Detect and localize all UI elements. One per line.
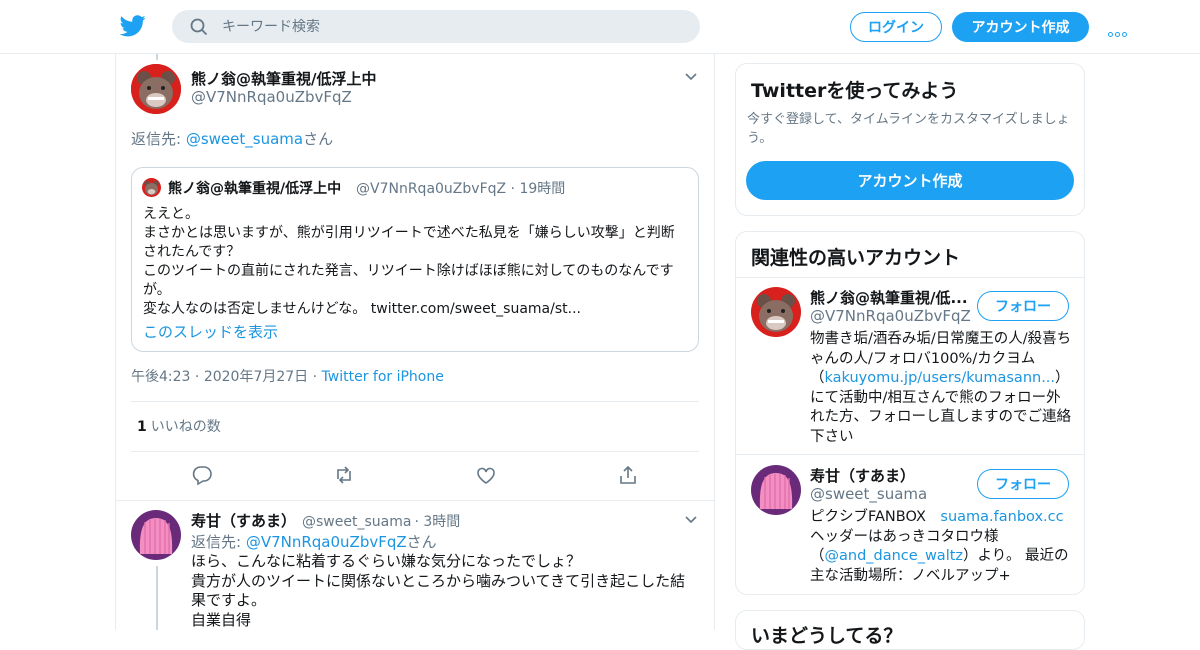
login-button[interactable]: ログイン (850, 12, 942, 42)
avatar (142, 178, 161, 197)
like-count-label: いいねの数 (150, 419, 221, 435)
like-count-number: 1 (137, 419, 147, 435)
divider (131, 451, 699, 452)
account-bio: ピクシブFANBOX suama.fanbox.cc ヘッダーはあっきコタロウ様… (810, 508, 1072, 586)
follow-button[interactable]: フォロー (977, 469, 1069, 499)
retweet-icon[interactable] (333, 464, 355, 486)
reply-author-handle[interactable]: @sweet_suama (302, 514, 411, 530)
reply-suffix: さん (406, 533, 437, 551)
twitter-bird-icon[interactable] (120, 14, 146, 38)
account-name[interactable]: 寿甘（すあま） (810, 465, 915, 486)
account-name[interactable]: 熊ノ翁@執筆重視/低... (810, 287, 968, 308)
signup-button[interactable]: アカウント作成 (952, 12, 1089, 42)
tweet-time: 午後4:23 (131, 369, 191, 385)
more-icon[interactable] (1108, 22, 1130, 37)
share-icon[interactable] (617, 464, 639, 486)
account-handle[interactable]: @sweet_suama (810, 485, 927, 503)
trending-title: いまどうしてる？ (751, 625, 903, 647)
quoted-author-meta: @V7NnRqa0uZbvFqZ · 19時間 (356, 181, 566, 197)
tweet-meta: 午後4:23 · 2020年7月27日 · Twitter for iPhone (131, 369, 444, 385)
reply-to: 返信先: @V7NnRqa0uZbvFqZさん (191, 531, 437, 552)
avatar[interactable] (751, 287, 801, 337)
tweet-source-link[interactable]: Twitter for iPhone (322, 369, 444, 385)
signup-card-desc: 今すぐ登録して、タイムラインをカスタマイズしましょう。 (747, 112, 1070, 146)
signup-card-button[interactable]: アカウント作成 (746, 161, 1074, 200)
search-input[interactable] (222, 10, 682, 43)
bio-link[interactable]: kakuyomu.jp/users/kumasann... (825, 370, 1056, 386)
divider (736, 277, 1084, 278)
reply-suffix: さん (303, 130, 334, 148)
reply-prefix: 返信先: (191, 533, 246, 551)
reply-to: 返信先: @sweet_suamaさん (131, 128, 333, 149)
tweet-date: 2020年7月27日 (203, 369, 309, 385)
reply-target-link[interactable]: @V7NnRqa0uZbvFqZ (246, 533, 407, 551)
account-bio: 物書き垢/酒呑み垢/日常魔王の人/殺喜ちゃんの人/フォロバ100%/カクヨム（k… (810, 330, 1072, 447)
tweet-actions (191, 464, 651, 488)
reply-header: 寿甘（すあま） @sweet_suama · 3時間 (191, 510, 460, 531)
show-thread-link[interactable]: このスレッドを表示 (143, 321, 278, 342)
quoted-text: ええと。 まさかとは思いますが、熊が引用リツイートで述べた私見を「嫌らしい攻撃」… (143, 206, 675, 317)
reply-target-link[interactable]: @sweet_suama (186, 130, 303, 148)
divider (131, 401, 699, 402)
search-box[interactable] (172, 10, 700, 43)
quoted-author-handle: @V7NnRqa0uZbvFqZ (356, 181, 507, 197)
trending-card: いまどうしてる？ (735, 610, 1085, 650)
likes-count[interactable]: 1 いいねの数 (137, 416, 221, 436)
like-icon[interactable] (475, 464, 497, 486)
reply-prefix: 返信先: (131, 130, 186, 148)
reply-author-name[interactable]: 寿甘（すあま） (191, 512, 296, 530)
chevron-down-icon[interactable] (685, 73, 697, 81)
top-nav: ログイン アカウント作成 (0, 0, 1200, 54)
signup-card-title: Twitterを使ってみよう (751, 80, 959, 102)
quoted-author-name: 熊ノ翁@執筆重視/低浮上中 (168, 181, 342, 197)
bio-link[interactable]: suama.fanbox.cc (940, 509, 1063, 525)
bio-link[interactable]: @and_dance_waltz (825, 548, 964, 564)
chevron-down-icon[interactable] (685, 516, 697, 524)
account-handle[interactable]: @V7NnRqa0uZbvFqZ (810, 307, 971, 325)
reply-icon[interactable] (191, 464, 213, 486)
author-handle[interactable]: @V7NnRqa0uZbvFqZ (191, 88, 352, 106)
signup-card: Twitterを使ってみよう 今すぐ登録して、タイムラインをカスタマイズしましょ… (735, 63, 1085, 216)
related-accounts-card: 関連性の高いアカウント 熊ノ翁@執筆重視/低... @V7NnRqa0uZbvF… (735, 231, 1085, 595)
tweet-column: 熊ノ翁@執筆重視/低浮上中 @V7NnRqa0uZbvFqZ 返信先: @swe… (115, 54, 715, 630)
avatar[interactable] (131, 510, 181, 560)
follow-button[interactable]: フォロー (977, 291, 1069, 321)
reply-time[interactable]: · 3時間 (414, 514, 460, 530)
quoted-tweet[interactable]: 熊ノ翁@執筆重視/低浮上中 @V7NnRqa0uZbvFqZ · 19時間 ええ… (131, 167, 699, 352)
search-icon (190, 18, 208, 36)
reply-text: ほら、こんなに粘着するぐらい嫌な気分になったでしょ？ 貴方が人のツイートに関係な… (191, 552, 686, 629)
bio-text: ピクシブFANBOX (810, 509, 941, 525)
avatar[interactable] (751, 465, 801, 515)
avatar[interactable] (131, 64, 181, 114)
related-accounts-title: 関連性の高いアカウント (751, 247, 961, 269)
author-name[interactable]: 熊ノ翁@執筆重視/低浮上中 (191, 68, 376, 89)
divider (116, 500, 714, 501)
thread-line (156, 54, 158, 60)
thread-line (156, 566, 158, 630)
divider (736, 454, 1084, 455)
quoted-time: 19時間 (519, 181, 566, 197)
